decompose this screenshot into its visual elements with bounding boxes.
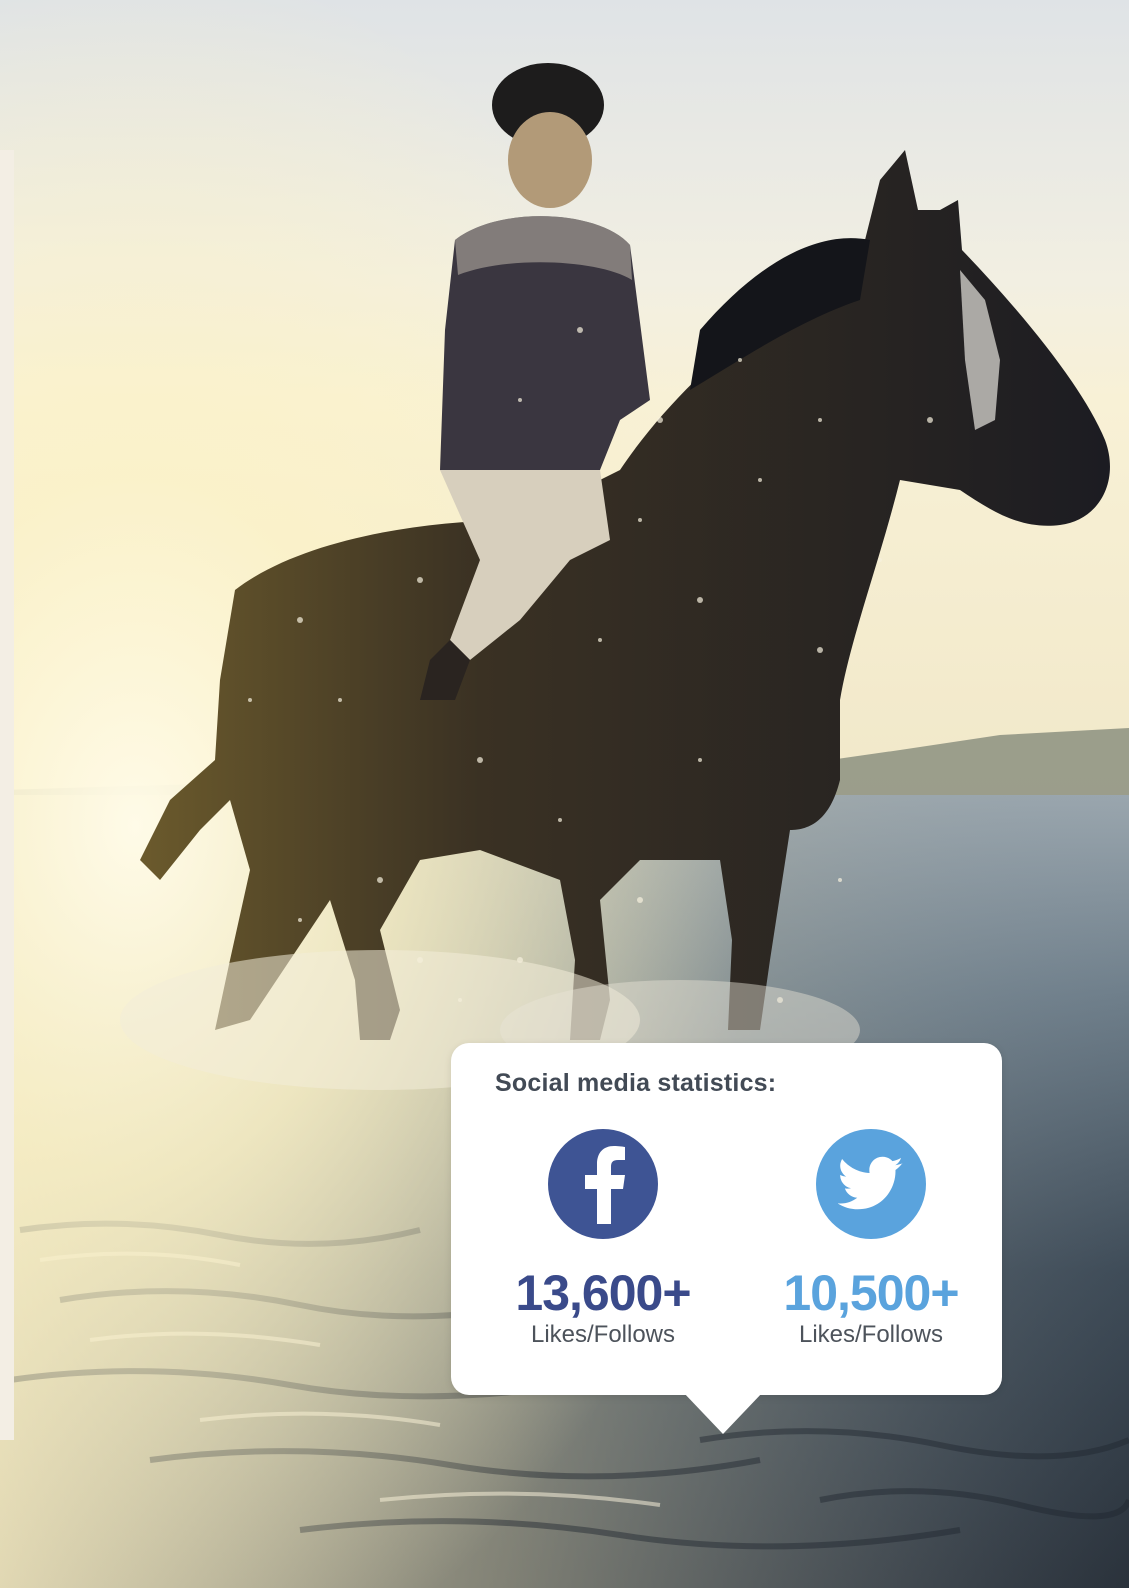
page: Social media statistics: 13,600+ Likes/F… <box>0 0 1129 1588</box>
social-stats-card: Social media statistics: 13,600+ Likes/F… <box>451 1043 1002 1395</box>
facebook-icon <box>548 1129 658 1239</box>
page-edge-strip <box>0 150 14 1440</box>
twitter-label: Likes/Follows <box>798 1321 944 1348</box>
card-pointer <box>683 1392 763 1434</box>
facebook-count: 13,600+ <box>515 1265 691 1321</box>
card-title: Social media statistics: <box>495 1069 777 1097</box>
twitter-count: 10,500+ <box>783 1265 959 1321</box>
twitter-icon <box>816 1129 926 1239</box>
facebook-stat: 13,600+ Likes/Follows <box>483 1129 723 1349</box>
twitter-stat: 10,500+ Likes/Follows <box>751 1129 991 1349</box>
facebook-label: Likes/Follows <box>530 1321 676 1348</box>
